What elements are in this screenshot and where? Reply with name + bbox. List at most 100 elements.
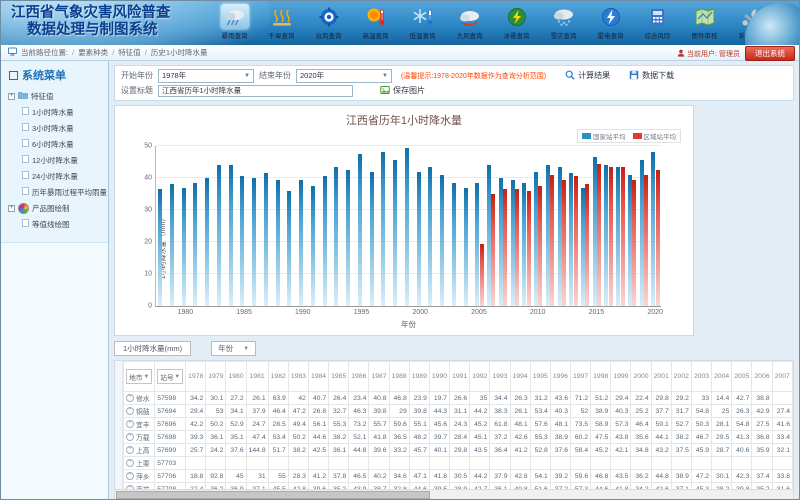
value-cell bbox=[409, 457, 429, 470]
station-name-cell[interactable]: +修水 bbox=[124, 392, 155, 405]
row-expander-icon[interactable]: + bbox=[126, 472, 134, 480]
tree-item-等值线绘图[interactable]: 等值线绘图 bbox=[1, 216, 108, 232]
chevron-down-icon: ▼ bbox=[174, 374, 180, 380]
gale-icon bbox=[456, 4, 484, 29]
filter-label: 站号 bbox=[160, 372, 174, 382]
value-cell: 27.5 bbox=[752, 418, 772, 431]
row-expander-icon[interactable]: + bbox=[126, 446, 134, 454]
value-cell: 35.1 bbox=[226, 431, 246, 444]
value-cell bbox=[550, 457, 570, 470]
value-cell: 26.3 bbox=[510, 392, 530, 405]
toolbar-typhoon-button[interactable]: 台风查询 bbox=[305, 4, 352, 40]
value-cell: 42 bbox=[288, 392, 308, 405]
table-row[interactable]: +万载5769839.336.135.147.453.450.244.638.2… bbox=[124, 431, 793, 444]
toolbar-drought-button[interactable]: 干旱查询 bbox=[258, 4, 305, 40]
main-toolbar: 暴雨查询干旱查询台风查询高温查询低温查询大风查询冰雹查询雪灾查询雷电查询综合风险… bbox=[211, 4, 775, 40]
row-expander-icon[interactable]: + bbox=[126, 407, 134, 415]
value-cell: 44.8 bbox=[651, 470, 671, 483]
station-name-cell[interactable]: +萍乡 bbox=[124, 470, 155, 483]
breadcrumb-part-1[interactable]: 要素种类 bbox=[78, 47, 108, 58]
table-row[interactable]: +上高5769925.724.237.6144.851.738.242.536.… bbox=[124, 444, 793, 457]
year-column-header: 1990 bbox=[429, 362, 449, 392]
tree-expander-icon[interactable]: + bbox=[8, 205, 15, 212]
year-column-header: 1986 bbox=[349, 362, 369, 392]
toolbar-gale-button[interactable]: 大风查询 bbox=[446, 4, 493, 40]
tree-group-2[interactable]: +产品图绘制 bbox=[1, 200, 108, 216]
scrollbar-thumb[interactable] bbox=[116, 491, 430, 499]
toolbar-snow-button[interactable]: 雪灾查询 bbox=[540, 4, 587, 40]
station-name-label: 宜丰 bbox=[136, 419, 150, 429]
toolbar-comprehensive-risk-button[interactable]: 综合风险 bbox=[634, 4, 681, 40]
toolbar-high-temp-button[interactable]: 高温查询 bbox=[352, 4, 399, 40]
legend-item[interactable]: 区域站平均 bbox=[633, 131, 677, 141]
low-temp-icon bbox=[409, 4, 437, 29]
table-row[interactable]: +修水5759834.230.127.226.163.94240.726.423… bbox=[124, 392, 793, 405]
station-name-cell[interactable]: +万载 bbox=[124, 431, 155, 444]
value-cell: 44.2 bbox=[470, 405, 490, 418]
row-selector-strip bbox=[115, 361, 123, 499]
tree-item-6小时降水量[interactable]: 6小时降水量 bbox=[1, 136, 108, 152]
start-year-select[interactable]: 1978年▼ bbox=[158, 69, 254, 83]
value-cell: 32.1 bbox=[772, 444, 792, 457]
end-year-select[interactable]: 2020年▼ bbox=[296, 69, 392, 83]
value-cell: 41.2 bbox=[510, 444, 530, 457]
toolbar-rainstorm-button[interactable]: 暴雨查询 bbox=[211, 4, 258, 40]
year-column-header: 1983 bbox=[288, 362, 308, 392]
bar-national-1978 bbox=[158, 189, 162, 306]
table-row[interactable]: +萍乡5770618.892.845315528.341.237.846.540… bbox=[124, 470, 793, 483]
station-name-cell[interactable]: +铜鼓 bbox=[124, 405, 155, 418]
value-cell bbox=[186, 457, 206, 470]
tree-expander-icon[interactable]: + bbox=[8, 93, 15, 100]
chart-plot-area: 1小时降水量（mm） 年份 01020304050198019851990199… bbox=[155, 146, 661, 307]
value-cell bbox=[752, 457, 772, 470]
tree-item-24小时降水量[interactable]: 24小时降水量 bbox=[1, 168, 108, 184]
toolbar-map-review-button[interactable]: 图件审核 bbox=[681, 4, 728, 40]
station-name-cell[interactable]: +宜丰 bbox=[124, 418, 155, 431]
station-name-cell[interactable]: +上栗 bbox=[124, 457, 155, 470]
save-image-button[interactable]: 保存图片 bbox=[380, 85, 425, 97]
value-cell bbox=[490, 457, 510, 470]
page-icon bbox=[22, 123, 29, 133]
row-expander-icon[interactable]: + bbox=[126, 459, 134, 467]
table-row[interactable]: +上栗57703 bbox=[124, 457, 793, 470]
download-data-button[interactable]: 数据下载 bbox=[629, 70, 674, 82]
palette-icon bbox=[18, 203, 29, 214]
legend-item[interactable]: 国家站平均 bbox=[582, 131, 626, 141]
table-row[interactable]: +铜鼓5769429.45334.137.946.447.226.832.746… bbox=[124, 405, 793, 418]
app-header: 江西省气象灾害风险普查 数据处理与制图系统 暴雨查询干旱查询台风查询高温查询低温… bbox=[1, 1, 799, 45]
value-cell: 40.8 bbox=[369, 392, 389, 405]
value-cell: 44.2 bbox=[470, 470, 490, 483]
sidebar-tree: +特征值1小时降水量3小时降水量6小时降水量12小时降水量24小时降水量历年暴雨… bbox=[1, 88, 108, 232]
station-filter-select[interactable]: 站号▼ bbox=[157, 369, 183, 384]
tree-item-历年暴雨过程平均雨量[interactable]: 历年暴雨过程平均雨量 bbox=[1, 184, 108, 200]
dataset-selector-button[interactable]: 1小时降水量(mm) bbox=[114, 341, 191, 356]
value-cell: 36.4 bbox=[490, 444, 510, 457]
horizontal-scrollbar[interactable] bbox=[114, 489, 794, 500]
tree-item-12小时降水量[interactable]: 12小时降水量 bbox=[1, 152, 108, 168]
station-name-cell[interactable]: +上高 bbox=[124, 444, 155, 457]
chart-title-input[interactable] bbox=[158, 85, 353, 97]
toolbar-hail-button[interactable]: 冰雹查询 bbox=[493, 4, 540, 40]
row-expander-icon[interactable]: + bbox=[126, 394, 134, 402]
logout-button[interactable]: 退出系统 bbox=[745, 46, 795, 61]
breadcrumb-part-3[interactable]: 历史1小时降水量 bbox=[151, 47, 208, 58]
tree-group-1[interactable]: +特征值 bbox=[1, 88, 108, 104]
value-cell: 45.2 bbox=[591, 444, 611, 457]
tree-item-1小时降水量[interactable]: 1小时降水量 bbox=[1, 104, 108, 120]
city-filter-select[interactable]: 地市▼ bbox=[126, 369, 152, 384]
value-cell: 24.7 bbox=[246, 418, 268, 431]
toolbar-lightning-button[interactable]: 雷电查询 bbox=[587, 4, 634, 40]
value-cell: 61.8 bbox=[490, 418, 510, 431]
row-expander-icon[interactable]: + bbox=[126, 433, 134, 441]
breadcrumb-part-2[interactable]: 特征值 bbox=[118, 47, 141, 58]
toolbar-low-temp-button[interactable]: 低温查询 bbox=[399, 4, 446, 40]
value-cell: 55.3 bbox=[530, 431, 550, 444]
value-cell: 30.1 bbox=[712, 470, 732, 483]
table-row[interactable]: +宜丰5769642.250.252.924.728.549.456.155.3… bbox=[124, 418, 793, 431]
value-cell bbox=[308, 457, 328, 470]
row-expander-icon[interactable]: + bbox=[126, 420, 134, 428]
sort-select[interactable]: 年份▼ bbox=[211, 341, 256, 356]
value-cell: 52.8 bbox=[530, 444, 550, 457]
tree-item-3小时降水量[interactable]: 3小时降水量 bbox=[1, 120, 108, 136]
calculate-button[interactable]: 计算结果 bbox=[565, 70, 610, 82]
